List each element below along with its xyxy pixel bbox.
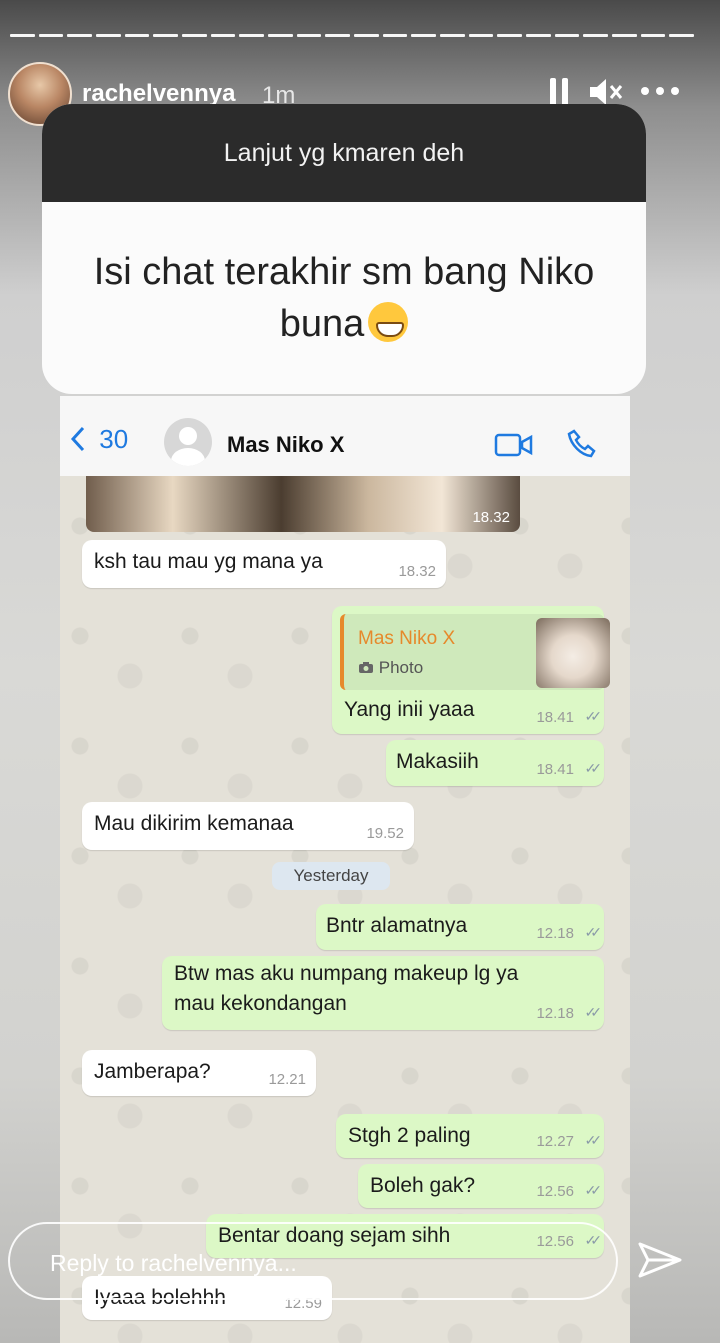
unread-count: 30 (99, 424, 129, 454)
video-call-icon[interactable] (494, 432, 534, 463)
back-button[interactable]: 30 (70, 424, 128, 455)
read-ticks-icon: ✓✓ (584, 708, 603, 724)
message-out[interactable]: Makasiih 18.41 ✓✓ (386, 740, 604, 786)
message-text-line2: mau kekondangan (174, 992, 347, 1015)
kitten-photo-thumbnail (536, 618, 610, 688)
message-text: Stgh 2 paling (348, 1124, 471, 1147)
send-icon[interactable] (636, 1238, 684, 1287)
message-out[interactable]: Bntr alamatnya 12.18 ✓✓ (316, 904, 604, 950)
message-in[interactable]: Mau dikirim kemanaa 19.52 (82, 802, 414, 850)
question-answer: Isi chat terakhir sm bang Niko buna (42, 202, 646, 394)
message-text: Yang inii yaaa (344, 698, 475, 721)
question-prompt: Lanjut yg kmaren deh (42, 104, 646, 202)
read-ticks-icon: ✓✓ (584, 1182, 603, 1198)
message-text: Makasiih (396, 750, 479, 773)
message-time: 12.18 (536, 1005, 574, 1022)
message-time: 18.41 (536, 761, 574, 778)
read-ticks-icon: ✓✓ (584, 760, 603, 776)
message-out[interactable]: Btw mas aku numpang makeup lg ya mau kek… (162, 956, 604, 1030)
camera-icon (359, 662, 373, 673)
message-text: ksh tau mau yg mana ya (94, 550, 323, 573)
message-time: 19.52 (366, 825, 404, 842)
read-ticks-icon: ✓✓ (584, 924, 603, 940)
message-out[interactable]: Boleh gak? 12.56 ✓✓ (358, 1164, 604, 1208)
contact-avatar[interactable] (164, 418, 212, 466)
message-in[interactable]: ksh tau mau yg mana ya 18.32 (82, 540, 446, 588)
contact-name[interactable]: Mas Niko X (227, 432, 344, 458)
photo-message[interactable]: 18.32 (86, 476, 520, 532)
chat-screenshot: 30 Mas Niko X 18.32 ksh tau mau yg mana … (60, 396, 630, 1343)
quoted-sender: Mas Niko X (358, 628, 456, 649)
message-time: 12.56 (536, 1183, 574, 1200)
question-sticker[interactable]: Lanjut yg kmaren deh Isi chat terakhir s… (42, 104, 646, 394)
message-time: 18.41 (536, 709, 574, 726)
message-text: Jamberapa? (94, 1060, 211, 1083)
date-separator: Yesterday (272, 862, 390, 890)
quoted-message[interactable]: Mas Niko X Photo (340, 614, 610, 690)
chat-header: 30 Mas Niko X (60, 396, 630, 476)
message-time: 12.18 (536, 925, 574, 942)
message-time: 18.32 (398, 563, 436, 580)
answer-text: Isi chat terakhir sm bang Niko buna (93, 251, 595, 345)
message-text: Bntr alamatnya (326, 914, 468, 937)
reply-bar[interactable] (8, 1222, 618, 1300)
story-progress-bar (10, 34, 695, 40)
message-text: Boleh gak? (370, 1174, 476, 1197)
message-in[interactable]: Jamberapa? 12.21 (82, 1050, 316, 1096)
message-out[interactable]: Stgh 2 paling 12.27 ✓✓ (336, 1114, 604, 1158)
more-options-icon[interactable] (640, 84, 680, 103)
message-time: 12.27 (536, 1133, 574, 1150)
quoted-photo-label: Photo (358, 658, 423, 678)
message-text-line1: Btw mas aku numpang makeup lg ya (174, 962, 519, 985)
message-time: 18.32 (472, 509, 510, 526)
message-text: Mau dikirim kemanaa (94, 812, 294, 835)
message-out-reply[interactable]: Mas Niko X Photo Yang inii yaaa 18.41 ✓✓ (332, 606, 610, 734)
read-ticks-icon: ✓✓ (584, 1004, 603, 1020)
reply-input[interactable] (48, 1242, 592, 1284)
read-ticks-icon: ✓✓ (584, 1132, 603, 1148)
phone-call-icon[interactable] (566, 428, 598, 465)
grinning-emoji-icon (368, 302, 409, 342)
message-time: 12.21 (268, 1071, 306, 1088)
